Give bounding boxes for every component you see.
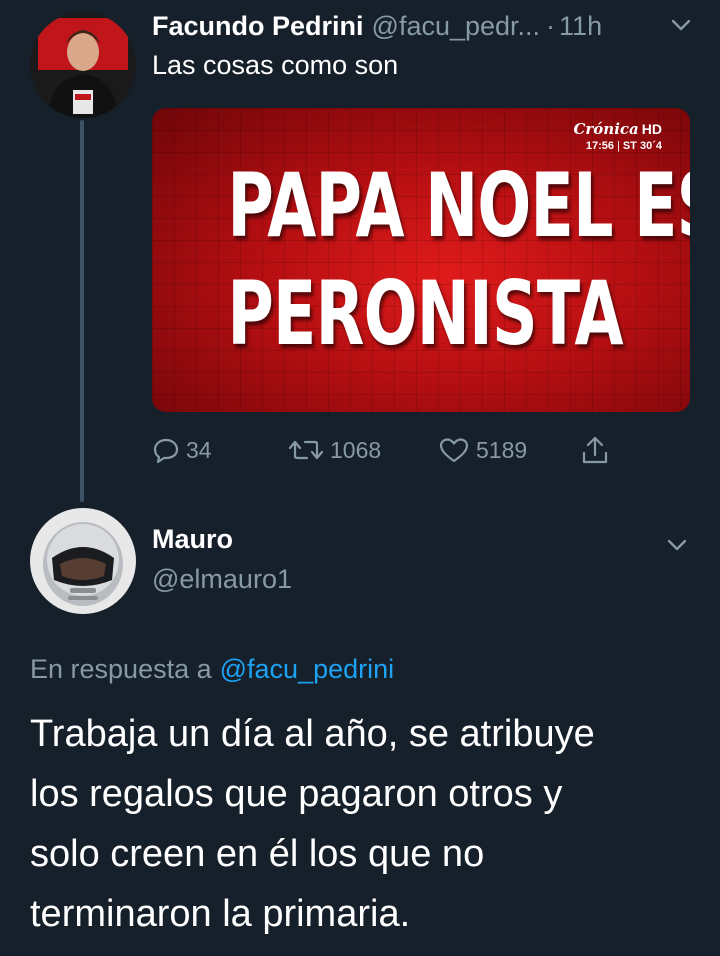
tweet1-text: Las cosas como son	[152, 50, 399, 80]
chevron-down-icon	[667, 539, 687, 551]
reply-count: 34	[186, 436, 212, 463]
tweet1-separator: ·	[546, 10, 556, 41]
tweet1-author-handle[interactable]: @facu_pedr...	[372, 11, 541, 42]
logo-hd: HD	[641, 121, 662, 137]
tweet2-text-line: los regalos que pagaron otros y	[30, 773, 563, 815]
chevron-down-icon	[671, 19, 691, 31]
avatar-facundo[interactable]	[30, 12, 136, 118]
tweet1-header: Facundo Pedrini @facu_pedr... · 11h	[152, 8, 700, 44]
retweet-button[interactable]: 1068	[288, 430, 381, 470]
upload-arrow-icon	[582, 436, 608, 464]
thread-connector-line	[80, 120, 84, 502]
logo-clock: 17:56	[585, 140, 614, 152]
cronica-hd-logo: Crónica HD 17:56 | ST 30´4	[573, 120, 662, 152]
reply-prefix: En respuesta a	[30, 654, 212, 684]
tweet1-timestamp[interactable]: 11h	[559, 11, 602, 42]
speech-bubble-icon	[153, 438, 179, 464]
retweet-count: 1068	[330, 436, 382, 463]
retweet-arrows-icon	[288, 440, 324, 460]
share-button[interactable]	[580, 430, 610, 470]
tweet1-media-image[interactable]: Crónica HD 17:56 | ST 30´4 PAPA NOEL ES PER…	[152, 108, 690, 412]
tweet2-text: Trabaja un día al año, se atribuye los r…	[30, 704, 690, 944]
logo-st: ST	[622, 140, 637, 152]
headline-line-2: PERONISTA	[227, 262, 623, 365]
tweet1-action-bar: 34 1068 5189	[152, 430, 632, 470]
avatar-mauro[interactable]	[30, 508, 136, 614]
tweet2-text-line: solo creen en él los que no	[30, 833, 485, 875]
like-count: 5189	[476, 436, 528, 463]
logo-temperature: 30´4	[639, 140, 662, 152]
tweet2-author-name[interactable]: Mauro	[152, 524, 233, 555]
avatar-mauro-image	[30, 508, 136, 614]
tweet2-text-line: terminaron la primaria.	[30, 893, 411, 935]
tweet2-author-handle[interactable]: @elmauro1	[152, 564, 292, 595]
tweet2-text-line: Trabaja un día al año, se atribuye	[30, 713, 595, 755]
tweet2-menu-button[interactable]	[664, 532, 690, 563]
headline-line-1: PAPA NOEL ES	[227, 154, 690, 257]
like-button[interactable]: 5189	[438, 430, 527, 470]
heart-icon	[439, 438, 469, 463]
tweet1-menu-button[interactable]	[668, 12, 694, 43]
tweet1-author-name[interactable]: Facundo Pedrini	[152, 11, 364, 42]
tweet-thread: Facundo Pedrini @facu_pedr... · 11h Las …	[0, 0, 720, 956]
media-headline: PAPA NOEL ES PERONISTA	[227, 152, 690, 368]
reply-context: En respuesta a @facu_pedrini	[30, 654, 394, 685]
reply-mention-link[interactable]: @facu_pedrini	[220, 654, 395, 684]
reply-button[interactable]: 34	[152, 430, 212, 470]
avatar-facundo-image	[30, 12, 136, 118]
logo-brand: Crónica	[573, 120, 639, 138]
